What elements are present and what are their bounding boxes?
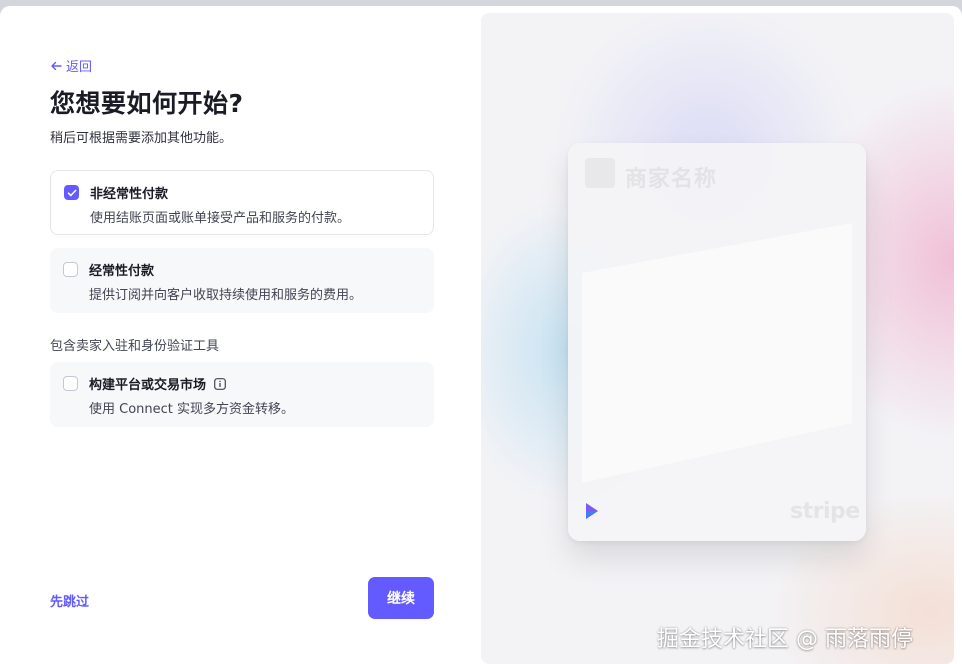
option-one-time-payments[interactable]: 非经常性付款 使用结账页面或账单接受产品和服务的付款。	[50, 170, 434, 235]
option-title: 经常性付款	[89, 264, 155, 279]
watermark: 掘金技术社区 @ 雨落雨停	[657, 627, 913, 652]
info-icon[interactable]	[214, 377, 226, 390]
checkbox-platform-marketplace[interactable]	[63, 376, 78, 391]
page-subtitle: 稍后可根据需要添加其他功能。	[50, 131, 233, 146]
checkout-preview-card: 商家名称 stripe	[568, 143, 866, 541]
page-title: 您想要如何开始?	[50, 89, 244, 118]
back-link[interactable]: 返回	[50, 56, 92, 75]
section-label: 包含卖家入驻和身份验证工具	[50, 339, 220, 354]
continue-button[interactable]: 继续	[368, 577, 434, 619]
skip-link[interactable]: 先跳过	[50, 591, 89, 610]
option-description: 使用 Connect 实现多方资金转移。	[89, 402, 295, 417]
option-description: 使用结账页面或账单接受产品和服务的付款。	[90, 211, 351, 226]
option-description: 提供订阅并向客户收取持续使用和服务的费用。	[89, 288, 363, 303]
checkbox-recurring-payments[interactable]	[63, 262, 78, 277]
left-column: 返回 您想要如何开始? 稍后可根据需要添加其他功能。 非经常性付款 使用结账页面…	[50, 6, 434, 664]
onboarding-modal: 返回 您想要如何开始? 稍后可根据需要添加其他功能。 非经常性付款 使用结账页面…	[0, 6, 962, 664]
option-platform-marketplace[interactable]: 构建平台或交易市场 使用 Connect 实现多方资金转移。	[50, 362, 434, 427]
checkmark-icon	[67, 189, 77, 197]
option-title: 非经常性付款	[90, 187, 169, 202]
stripe-logo: stripe	[790, 499, 860, 524]
play-logo-icon	[586, 503, 598, 519]
option-recurring-payments[interactable]: 经常性付款 提供订阅并向客户收取持续使用和服务的费用。	[50, 248, 434, 313]
preview-content-shape	[582, 223, 852, 483]
option-title: 构建平台或交易市场	[89, 378, 207, 393]
option-title-row: 构建平台或交易市场	[89, 374, 226, 393]
arrow-left-icon	[51, 61, 62, 70]
preview-panel: 商家名称 stripe	[481, 13, 954, 664]
back-label: 返回	[66, 60, 93, 75]
checkbox-one-time-payments[interactable]	[64, 185, 79, 200]
merchant-name: 商家名称	[625, 167, 718, 192]
merchant-logo-placeholder	[585, 158, 615, 188]
